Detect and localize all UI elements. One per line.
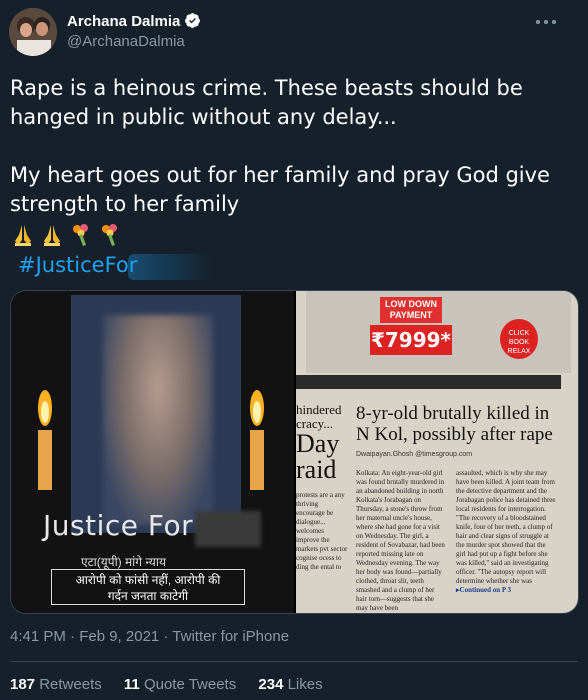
tweet-header: Archana Dalmia @ArchanaDalmia bbox=[0, 0, 588, 66]
hashtag-link[interactable]: #JusticeFor bbox=[18, 253, 137, 277]
likes-label: Likes bbox=[287, 676, 323, 693]
ad-price: ₹7999* bbox=[370, 325, 452, 355]
folded-hands-emoji-icon bbox=[15, 225, 31, 246]
tweet-line: hanged in public without any delay... bbox=[10, 105, 397, 129]
divider bbox=[10, 661, 578, 662]
article-column: assaulted, which is why she may have bee… bbox=[456, 469, 556, 595]
continued-marker: ▸Continued on P 3 bbox=[456, 586, 512, 594]
verified-badge-icon bbox=[185, 13, 201, 28]
side-headline-line: hindered bbox=[296, 402, 342, 417]
tweet-text: Rape is a heinous crime. These beasts sh… bbox=[10, 74, 570, 219]
side-column: protests are a any thriving encourage be… bbox=[296, 491, 348, 571]
redacted-hashtag-blur bbox=[128, 254, 214, 280]
likes-count: 234 bbox=[258, 676, 284, 693]
media-image-newspaper[interactable]: LOW DOWN PAYMENT ₹7999* CLICK BOOK RELAX… bbox=[296, 291, 578, 613]
bouquet-emoji-icon bbox=[73, 224, 88, 246]
tweet-line: Rape is a heinous crime. These beasts sh… bbox=[10, 76, 523, 100]
avatar[interactable] bbox=[9, 8, 57, 56]
display-name-text[interactable]: Archana Dalmia bbox=[67, 13, 180, 30]
newspaper-headline: 8-yr-old brutally killed in N Kol, possi… bbox=[356, 403, 576, 445]
side-headline-line: raid bbox=[296, 455, 337, 484]
newspaper-ad: LOW DOWN PAYMENT ₹7999* CLICK BOOK RELAX bbox=[306, 291, 571, 373]
quote-tweets-label: Quote Tweets bbox=[143, 676, 237, 693]
article-column: Kolkata: An eight-year-old girl was foun… bbox=[356, 469, 445, 612]
quote-tweets-count: 11 bbox=[123, 676, 140, 693]
headline-line: 8-yr-old brutally killed in bbox=[356, 403, 550, 424]
tweet-timestamp[interactable]: 4:41 PM · Feb 9, 2021 · Twitter for iPho… bbox=[10, 628, 289, 645]
side-headline: hindered cracy... Day raid bbox=[296, 403, 348, 483]
retweets-count: 187 bbox=[10, 676, 36, 693]
justice-for-text: Justice For bbox=[43, 509, 194, 542]
media-grid: Justice For एटा(यूपी) मांगे न्याय आरोपी … bbox=[10, 290, 579, 614]
tweet-line: strength to her family bbox=[10, 192, 240, 216]
redacted-name-blur bbox=[195, 511, 261, 547]
ad-strip bbox=[296, 375, 561, 389]
media-image-tribute[interactable]: Justice For एटा(यूपी) मांगे न्याय आरोपी … bbox=[11, 291, 294, 613]
bouquet-emoji-icon bbox=[102, 224, 117, 246]
retweets-stat[interactable]: 187 Retweets bbox=[10, 676, 102, 693]
more-options-icon[interactable] bbox=[534, 14, 558, 30]
hindi-line: आरोपी को फांसी नहीं, आरोपी की bbox=[75, 573, 221, 587]
hindi-message-box: आरोपी को फांसी नहीं, आरोपी की गर्दन जनता… bbox=[51, 569, 245, 605]
tweet: Archana Dalmia @ArchanaDalmia Rape is a … bbox=[0, 0, 588, 700]
retweets-label: Retweets bbox=[39, 676, 102, 693]
headline-line: N Kol, possibly after rape bbox=[356, 424, 553, 445]
hindi-line: गर्दन जनता काटेगी bbox=[107, 589, 189, 603]
tweet-line: My heart goes out for her family and pra… bbox=[10, 163, 550, 187]
newspaper-byline: Dwaipayan.Ghosh @timesgroup.com bbox=[356, 451, 473, 458]
display-name[interactable]: Archana Dalmia bbox=[67, 12, 201, 30]
tweet-stats: 187 Retweets 11 Quote Tweets 234 Likes bbox=[10, 676, 341, 693]
hindi-caption: एटा(यूपी) मांगे न्याय bbox=[81, 555, 166, 569]
emoji-row bbox=[10, 222, 123, 252]
user-handle[interactable]: @ArchanaDalmia bbox=[67, 33, 185, 50]
ad-low-down-payment: LOW DOWN PAYMENT bbox=[380, 297, 442, 323]
quote-tweets-stat[interactable]: 11 Quote Tweets bbox=[124, 676, 236, 693]
article-column-text: assaulted, which is why she may have bee… bbox=[456, 469, 556, 585]
ad-click-badge: CLICK BOOK RELAX bbox=[500, 319, 538, 359]
candle-icon bbox=[38, 390, 52, 490]
candle-icon bbox=[250, 390, 264, 490]
folded-hands-emoji-icon bbox=[44, 225, 60, 246]
blurred-portrait bbox=[103, 315, 213, 525]
side-headline-line: Day bbox=[296, 429, 340, 458]
likes-stat[interactable]: 234 Likes bbox=[258, 676, 322, 693]
